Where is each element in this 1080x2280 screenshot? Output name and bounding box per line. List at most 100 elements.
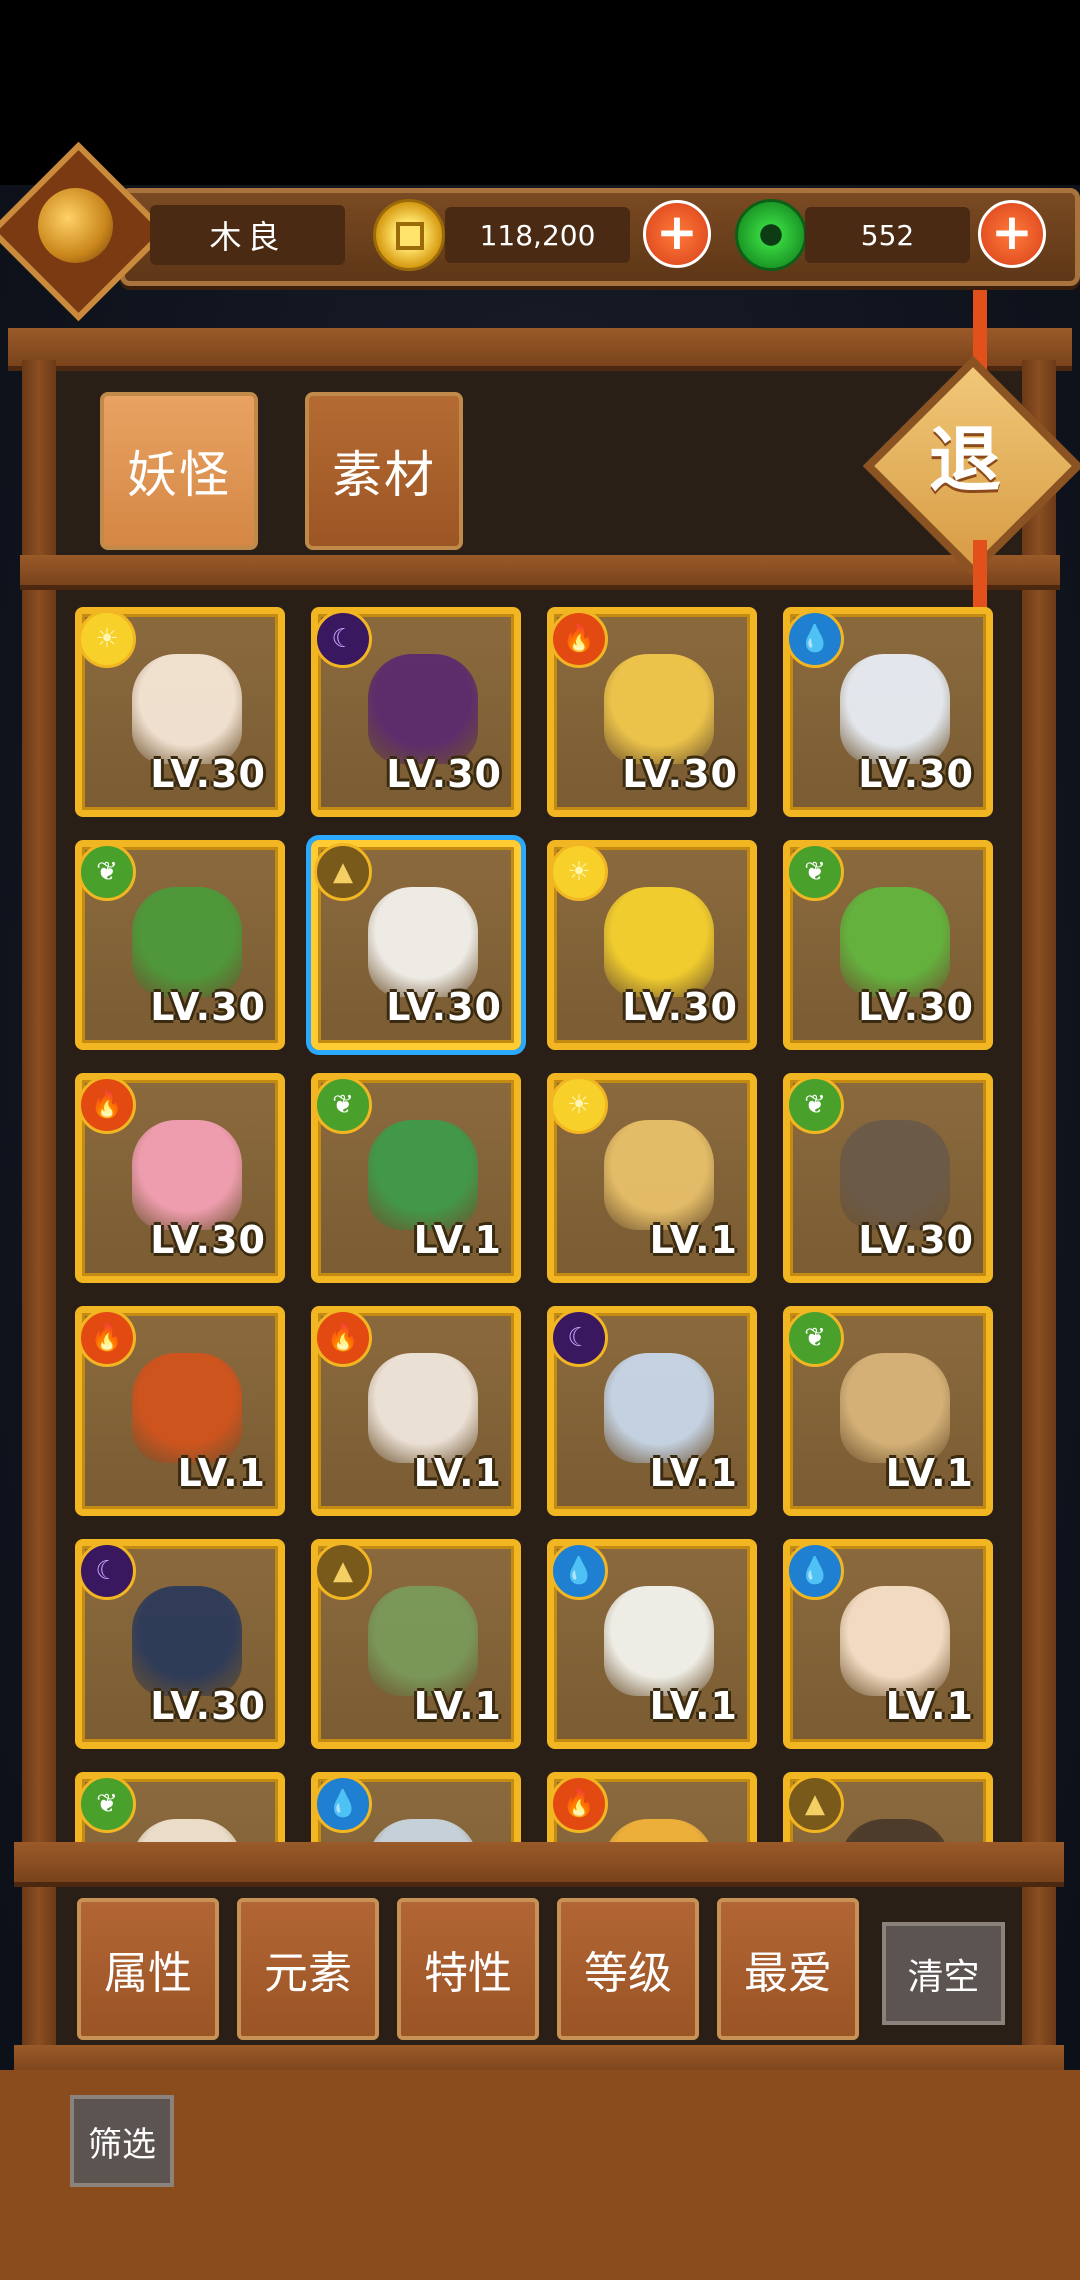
filter-button-4[interactable]: 最爱	[717, 1898, 859, 2040]
monster-portrait	[604, 654, 714, 764]
fire-element-icon: 🔥	[314, 1309, 372, 1367]
monster-card[interactable]: ☀ LV.30	[547, 840, 757, 1050]
water-element-icon: 💧	[786, 610, 844, 668]
moon-element-icon: ☾	[314, 610, 372, 668]
monster-portrait	[132, 1120, 242, 1230]
monster-grid[interactable]: ☀ LV.30 ☾ LV.30 🔥 LV.30 💧 LV.30 ❦ LV.30 ▲ LV.30 ☀ LV.…	[75, 607, 1005, 1849]
monster-card[interactable]: 🔥 LV.1	[311, 1306, 521, 1516]
monster-level: LV.1	[649, 1684, 738, 1728]
fire-element-icon: 🔥	[550, 1775, 608, 1833]
monster-card[interactable]: 💧 LV.30	[783, 607, 993, 817]
filter-shelf-beam	[14, 1842, 1064, 1887]
monster-portrait	[132, 1353, 242, 1463]
monster-level: LV.30	[150, 752, 266, 796]
monster-portrait	[604, 1586, 714, 1696]
player-avatar-icon	[38, 188, 113, 263]
monster-card[interactable]: ❦	[75, 1772, 285, 1849]
leaf-element-icon: ❦	[314, 1076, 372, 1134]
monster-portrait	[132, 1586, 242, 1696]
monster-portrait	[604, 1120, 714, 1230]
gold-coin-icon	[373, 199, 445, 271]
earth-element-icon: ▲	[314, 1542, 372, 1600]
monster-portrait	[368, 1586, 478, 1696]
monster-card[interactable]: ☀ LV.1	[547, 1073, 757, 1283]
monster-portrait	[368, 654, 478, 764]
monster-portrait	[840, 1353, 950, 1463]
monster-card[interactable]: 🔥	[547, 1772, 757, 1849]
monster-card[interactable]: ☾ LV.30	[311, 607, 521, 817]
filter-button-1[interactable]: 元素	[237, 1898, 379, 2040]
monster-card[interactable]: ☾ LV.1	[547, 1306, 757, 1516]
water-element-icon: 💧	[786, 1542, 844, 1600]
leaf-element-icon: ❦	[786, 843, 844, 901]
moon-element-icon: ☾	[550, 1309, 608, 1367]
monster-level: LV.30	[150, 985, 266, 1029]
filter-button-0[interactable]: 属性	[77, 1898, 219, 2040]
monster-level: LV.1	[413, 1218, 502, 1262]
tab-monsters[interactable]: 妖怪	[100, 392, 258, 550]
leaf-element-icon: ❦	[78, 1775, 136, 1833]
water-element-icon: 💧	[550, 1542, 608, 1600]
monster-level: LV.30	[150, 1684, 266, 1728]
monster-portrait	[604, 887, 714, 997]
screen-button[interactable]: 筛选	[70, 2095, 174, 2187]
monster-card[interactable]: ▲ LV.30	[311, 840, 521, 1050]
monster-level: LV.1	[885, 1684, 974, 1728]
leaf-element-icon: ❦	[786, 1076, 844, 1134]
water-element-icon: 💧	[314, 1775, 372, 1833]
monster-level: LV.30	[858, 752, 974, 796]
filter-button-3[interactable]: 等级	[557, 1898, 699, 2040]
filter-button-2[interactable]: 特性	[397, 1898, 539, 2040]
monster-card[interactable]: 🔥 LV.30	[75, 1073, 285, 1283]
monster-card[interactable]: ☾ LV.30	[75, 1539, 285, 1749]
monster-portrait	[368, 1120, 478, 1230]
monster-card[interactable]: ❦ LV.1	[783, 1306, 993, 1516]
monster-card[interactable]: 💧 LV.1	[547, 1539, 757, 1749]
sun-element-icon: ☀	[550, 1076, 608, 1134]
leaf-element-icon: ❦	[786, 1309, 844, 1367]
fire-element-icon: 🔥	[78, 1076, 136, 1134]
monster-portrait	[840, 887, 950, 997]
moon-element-icon: ☾	[78, 1542, 136, 1600]
monster-card[interactable]: 🔥 LV.30	[547, 607, 757, 817]
monster-card[interactable]: ❦ LV.1	[311, 1073, 521, 1283]
monster-level: LV.30	[386, 752, 502, 796]
monster-level: LV.30	[622, 985, 738, 1029]
monster-card[interactable]: ❦ LV.30	[783, 1073, 993, 1283]
monster-level: LV.1	[177, 1451, 266, 1495]
monster-portrait	[368, 887, 478, 997]
add-gold-button[interactable]: +	[643, 200, 711, 268]
monster-level: LV.1	[649, 1218, 738, 1262]
jade-amount: 552	[805, 207, 970, 263]
cabinet-right-post	[1022, 360, 1056, 2280]
exit-button-label: 退	[928, 418, 1001, 502]
cabinet-left-post	[22, 360, 56, 2280]
monster-level: LV.1	[413, 1451, 502, 1495]
tab-materials[interactable]: 素材	[305, 392, 463, 550]
fire-element-icon: 🔥	[550, 610, 608, 668]
clear-filter-button[interactable]: 清空	[882, 1922, 1005, 2025]
earth-element-icon: ▲	[314, 843, 372, 901]
monster-portrait	[132, 887, 242, 997]
sun-element-icon: ☀	[78, 610, 136, 668]
monster-card[interactable]: 💧 LV.1	[783, 1539, 993, 1749]
monster-level: LV.1	[885, 1451, 974, 1495]
monster-card[interactable]: 💧	[311, 1772, 521, 1849]
monster-portrait	[604, 1353, 714, 1463]
player-name: 木良	[150, 205, 345, 265]
monster-portrait	[840, 1120, 950, 1230]
monster-card[interactable]: ▲	[783, 1772, 993, 1849]
monster-card[interactable]: ▲ LV.1	[311, 1539, 521, 1749]
monster-card[interactable]: ❦ LV.30	[75, 840, 285, 1050]
monster-level: LV.30	[622, 752, 738, 796]
monster-card[interactable]: 🔥 LV.1	[75, 1306, 285, 1516]
monster-card[interactable]: ❦ LV.30	[783, 840, 993, 1050]
monster-level: LV.30	[386, 985, 502, 1029]
monster-level: LV.30	[858, 1218, 974, 1262]
monster-card[interactable]: ☀ LV.30	[75, 607, 285, 817]
monster-portrait	[132, 654, 242, 764]
leaf-element-icon: ❦	[78, 843, 136, 901]
monster-level: LV.1	[413, 1684, 502, 1728]
add-jade-button[interactable]: +	[978, 200, 1046, 268]
monster-level: LV.1	[649, 1451, 738, 1495]
